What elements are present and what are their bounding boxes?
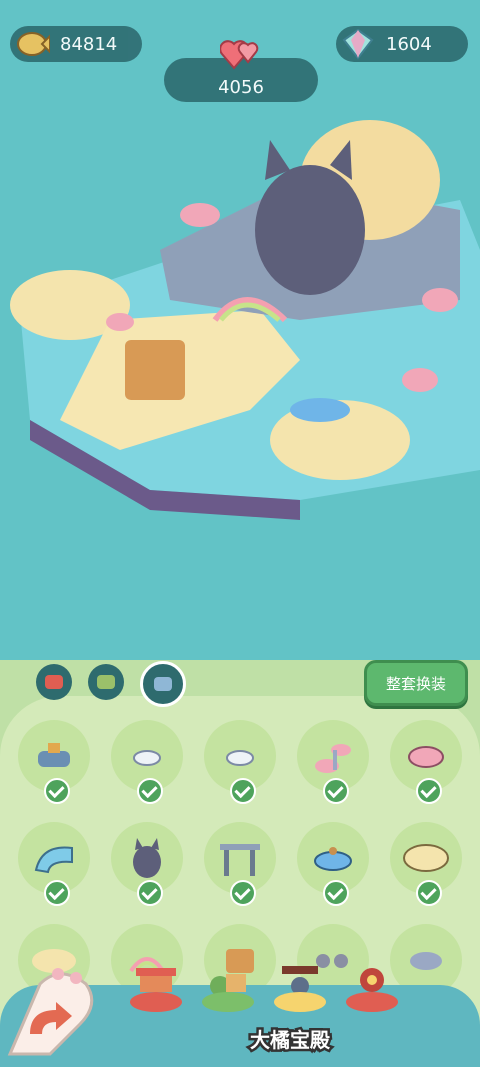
- pink-shell-icon: [408, 746, 444, 768]
- boat-icon: [314, 847, 352, 871]
- item-sand-island[interactable]: [390, 822, 462, 906]
- theme-orange-palace[interactable]: [274, 960, 326, 1012]
- double-heart-icon: [220, 40, 259, 70]
- shell-seat-icon: [133, 750, 161, 766]
- item-shell-tree[interactable]: [297, 720, 369, 804]
- sand-island-icon: [403, 844, 449, 872]
- shell-tree-icon: [315, 744, 351, 773]
- gem-value: 1604: [386, 33, 432, 55]
- green-stall-icon: [97, 675, 115, 689]
- item-driftwood-arch[interactable]: [204, 822, 276, 906]
- hearts-value: 4056: [218, 76, 264, 98]
- theme-gear-tower[interactable]: [346, 960, 398, 1012]
- equipped-check-icon: [137, 778, 163, 804]
- equipped-check-icon: [416, 778, 442, 804]
- equipped-check-icon: [416, 880, 442, 906]
- equipped-check-icon: [230, 778, 256, 804]
- item-shell-seat-small[interactable]: [111, 720, 183, 804]
- gold-value: 84814: [60, 33, 118, 55]
- theme-tab-ocean[interactable]: [140, 661, 186, 707]
- cat-statue-icon: [133, 838, 161, 878]
- fountain-bench-icon: [38, 743, 70, 767]
- water-slide-icon: [34, 846, 73, 874]
- ocean-stall-icon: [154, 677, 172, 691]
- island-scene[interactable]: 84814 1604 4056: [0, 0, 480, 660]
- gem-counter[interactable]: 1604: [336, 26, 468, 62]
- item-water-slide[interactable]: [18, 822, 90, 906]
- equipped-check-icon: [230, 880, 256, 906]
- theme-tab-red[interactable]: [36, 664, 72, 700]
- theme-selector: [130, 960, 460, 1020]
- equipped-check-icon: [137, 880, 163, 906]
- shell-seat-icon: [226, 750, 254, 766]
- equipped-check-icon: [44, 880, 70, 906]
- arch-icon: [220, 844, 260, 876]
- equipped-check-icon: [323, 880, 349, 906]
- item-fountain-bench[interactable]: [18, 720, 90, 804]
- item-cat-statue[interactable]: [111, 822, 183, 906]
- red-stall-icon: [45, 675, 63, 689]
- equipped-check-icon: [44, 778, 70, 804]
- theme-red-temple[interactable]: [130, 960, 182, 1012]
- theme-tab-green[interactable]: [88, 664, 124, 700]
- theme-green-garden[interactable]: [202, 960, 254, 1012]
- fish-coin-icon: [17, 32, 50, 56]
- item-pink-shell[interactable]: [390, 720, 462, 804]
- selected-theme-label: 大橘宝殿: [248, 1026, 333, 1055]
- item-bubble-boat[interactable]: [297, 822, 369, 906]
- item-grid: [18, 720, 462, 996]
- paw-back-button[interactable]: [0, 964, 100, 1056]
- crystal-icon: [342, 28, 374, 60]
- category-tabs: [36, 661, 186, 707]
- gold-counter[interactable]: 84814: [10, 26, 142, 62]
- equipped-check-icon: [323, 778, 349, 804]
- full-outfit-button[interactable]: 整套换装: [364, 660, 468, 706]
- item-shell-seat-small-2[interactable]: [204, 720, 276, 804]
